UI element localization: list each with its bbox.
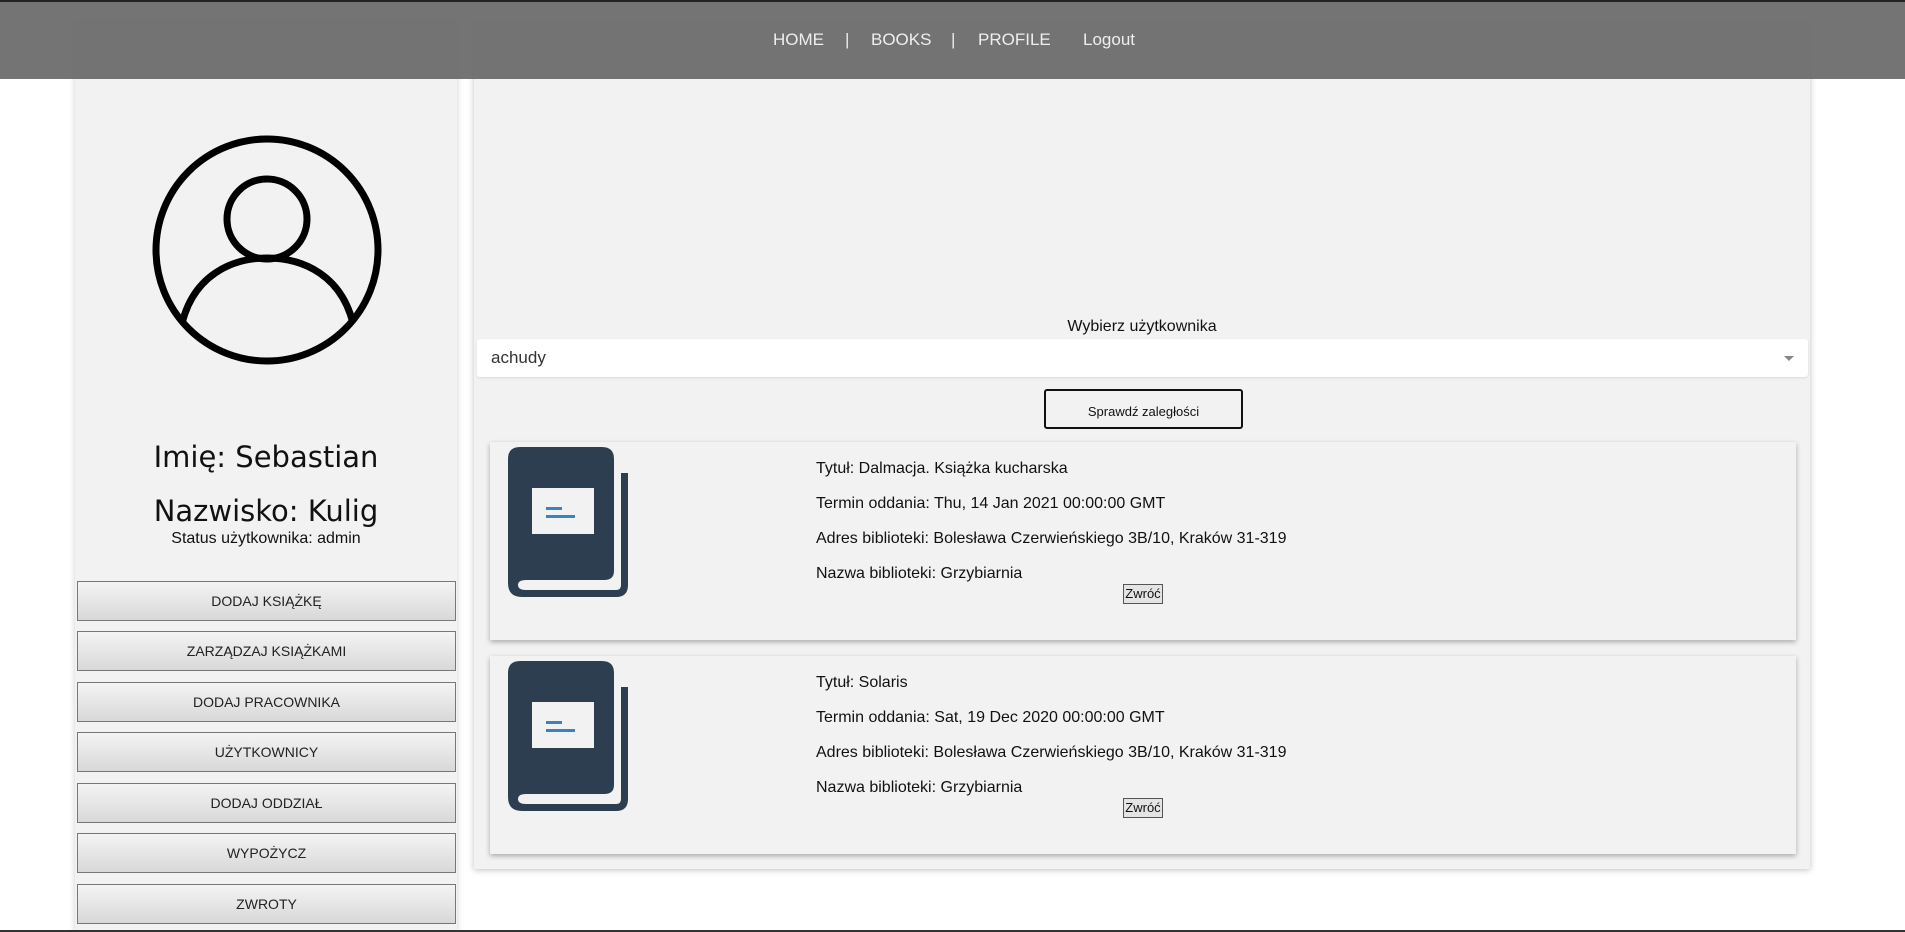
library-name: Nazwa biblioteki: Grzybiarnia xyxy=(816,779,1023,796)
nav-home[interactable]: HOME xyxy=(773,30,824,50)
book-icon xyxy=(508,661,628,811)
returns-button[interactable]: ZWROTY xyxy=(77,884,456,924)
loan-due-date: Termin oddania: Thu, 14 Jan 2021 00:00:0… xyxy=(816,495,1166,512)
library-name: Nazwa biblioteki: Grzybiarnia xyxy=(816,565,1023,582)
first-name: Imię: Sebastian xyxy=(153,440,379,474)
select-user-label: Wybierz użytkownika xyxy=(1067,318,1217,335)
nav-logout[interactable]: Logout xyxy=(1083,30,1135,50)
book-icon xyxy=(508,447,628,597)
selected-user: achudy xyxy=(491,348,546,367)
add-branch-button[interactable]: DODAJ ODDZIAŁ xyxy=(77,783,456,823)
chevron-down-icon xyxy=(1784,356,1794,361)
users-button[interactable]: UŻYTKOWNICY xyxy=(77,732,456,772)
library-address: Adres biblioteki: Bolesława Czerwieńskie… xyxy=(816,530,1287,547)
user-select[interactable]: achudy xyxy=(477,339,1808,377)
loan-due-date: Termin oddania: Sat, 19 Dec 2020 00:00:0… xyxy=(816,709,1165,726)
nav-separator: | xyxy=(951,30,956,49)
loan-title: Tytuł: Dalmacja. Książka kucharska xyxy=(816,460,1068,477)
return-button[interactable]: Zwróć xyxy=(1123,798,1163,818)
user-avatar-icon xyxy=(152,135,382,365)
last-name: Nazwisko: Kulig xyxy=(153,494,379,528)
user-status: Status użytkownika: admin xyxy=(171,530,361,547)
nav-separator: | xyxy=(845,30,850,49)
loan-card: Tytuł: Dalmacja. Książka kucharska Termi… xyxy=(490,442,1796,640)
top-nav: HOME | BOOKS | PROFILE Logout xyxy=(0,2,1905,79)
library-address: Adres biblioteki: Bolesława Czerwieńskie… xyxy=(816,744,1287,761)
add-employee-button[interactable]: DODAJ PRACOWNIKA xyxy=(77,682,456,722)
manage-books-button[interactable]: ZARZĄDZAJ KSIĄŻKAMI xyxy=(77,631,456,671)
lend-button[interactable]: WYPOŻYCZ xyxy=(77,833,456,873)
add-book-button[interactable]: DODAJ KSIĄŻKĘ xyxy=(77,581,456,621)
check-overdue-button[interactable]: Sprawdź zaległości xyxy=(1044,389,1243,429)
nav-profile[interactable]: PROFILE xyxy=(978,30,1051,50)
loan-card: Tytuł: Solaris Termin oddania: Sat, 19 D… xyxy=(490,656,1796,854)
loan-title: Tytuł: Solaris xyxy=(816,674,908,691)
nav-books[interactable]: BOOKS xyxy=(871,30,931,50)
return-button[interactable]: Zwróć xyxy=(1123,584,1163,604)
